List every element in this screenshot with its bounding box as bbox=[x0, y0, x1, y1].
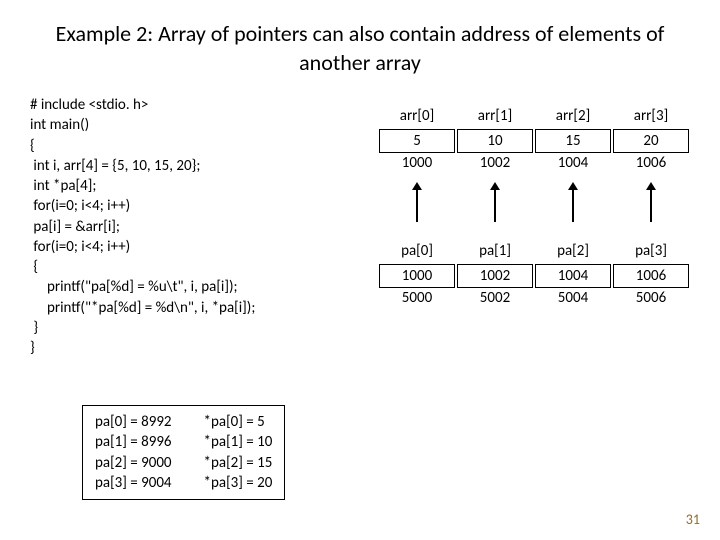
pa-value: 1004 bbox=[535, 264, 611, 288]
pa-addr: 5006 bbox=[636, 289, 666, 311]
arr-value: 5 bbox=[379, 129, 455, 153]
arr-value: 15 bbox=[535, 129, 611, 153]
arrow-up-icon bbox=[565, 182, 581, 222]
content-area: # include <stdio. h> int main() { int i,… bbox=[30, 95, 690, 361]
pa-col: pa[2] 1004 5004 bbox=[534, 242, 612, 311]
arr-addr: 1000 bbox=[402, 154, 432, 176]
arr-addr: 1004 bbox=[558, 154, 588, 176]
arr-header: arr[2] bbox=[556, 107, 590, 129]
code-block: # include <stdio. h> int main() { int i,… bbox=[30, 95, 368, 358]
code-section: # include <stdio. h> int main() { int i,… bbox=[30, 95, 368, 361]
arr-addr: 1002 bbox=[480, 154, 510, 176]
arr-col: arr[2] 15 1004 bbox=[534, 107, 612, 222]
pa-header: pa[1] bbox=[479, 242, 511, 264]
pa-header: pa[2] bbox=[557, 242, 589, 264]
arr-addr: 1006 bbox=[636, 154, 666, 176]
arr-header: arr[1] bbox=[478, 107, 512, 129]
page-number: 31 bbox=[686, 511, 700, 528]
pa-addr: 5000 bbox=[402, 289, 432, 311]
arrow-up-icon bbox=[487, 182, 503, 222]
pa-header: pa[0] bbox=[401, 242, 433, 264]
arrow-up-icon bbox=[409, 182, 425, 222]
arr-value: 20 bbox=[613, 129, 689, 153]
pa-header: pa[3] bbox=[635, 242, 667, 264]
arr-value: 10 bbox=[457, 129, 533, 153]
output-box: pa[0] = 8992 pa[1] = 8996 pa[2] = 9000 p… bbox=[82, 405, 285, 500]
pa-value: 1002 bbox=[457, 264, 533, 288]
arr-col: arr[1] 10 1002 bbox=[456, 107, 534, 222]
pa-col: pa[3] 1006 5006 bbox=[612, 242, 690, 311]
arr-grid: arr[0] 5 1000 arr[1] 10 1002 arr[2] 15 1… bbox=[378, 107, 690, 222]
pa-value: 1000 bbox=[379, 264, 455, 288]
pa-grid: pa[0] 1000 5000 pa[1] 1002 5002 pa[2] 10… bbox=[378, 242, 690, 311]
pa-col: pa[1] 1002 5002 bbox=[456, 242, 534, 311]
output-left: pa[0] = 8992 pa[1] = 8996 pa[2] = 9000 p… bbox=[95, 412, 172, 493]
pa-addr: 5002 bbox=[480, 289, 510, 311]
arrow-up-icon bbox=[643, 182, 659, 222]
pa-addr: 5004 bbox=[558, 289, 588, 311]
arr-col: arr[0] 5 1000 bbox=[378, 107, 456, 222]
output-right: *pa[0] = 5 *pa[1] = 10 *pa[2] = 15 *pa[3… bbox=[204, 412, 273, 493]
pa-value: 1006 bbox=[613, 264, 689, 288]
arr-header: arr[3] bbox=[634, 107, 668, 129]
arr-header: arr[0] bbox=[400, 107, 434, 129]
diagram-section: arr[0] 5 1000 arr[1] 10 1002 arr[2] 15 1… bbox=[368, 95, 690, 361]
slide-title: Example 2: Array of pointers can also co… bbox=[30, 20, 690, 77]
pa-col: pa[0] 1000 5000 bbox=[378, 242, 456, 311]
arr-col: arr[3] 20 1006 bbox=[612, 107, 690, 222]
